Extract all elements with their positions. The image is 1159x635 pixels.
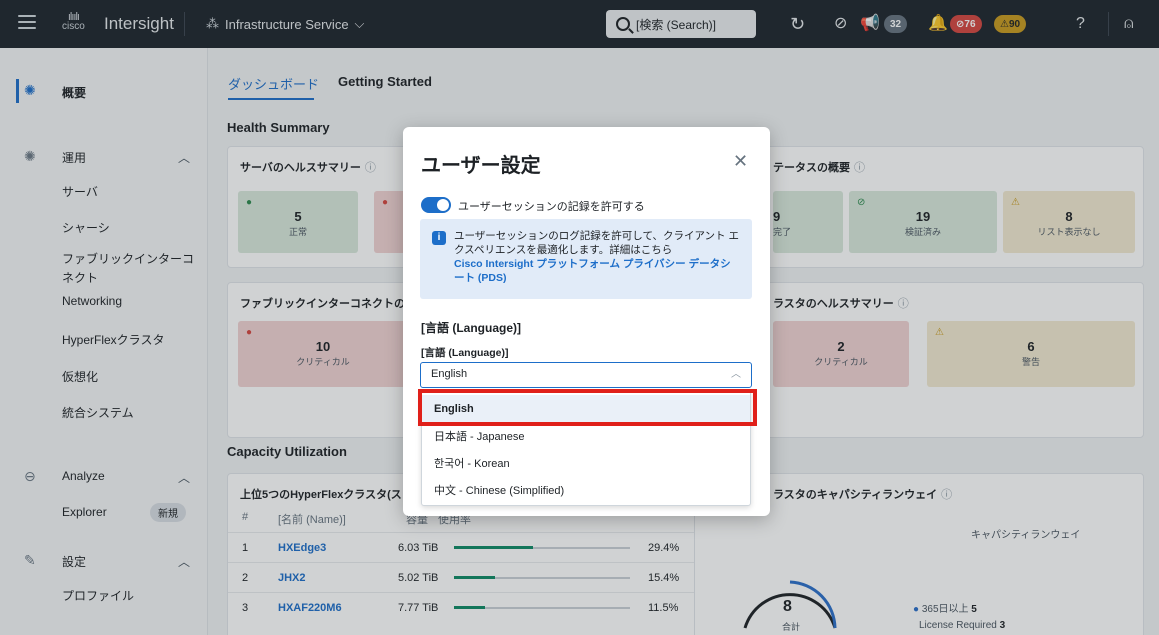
highlight-annotation	[418, 389, 757, 426]
close-icon[interactable]: ✕	[733, 151, 748, 172]
dialog-title: ユーザー設定	[421, 155, 541, 177]
session-recording-toggle[interactable]	[421, 197, 451, 213]
privacy-datasheet-link[interactable]: Cisco Intersight プラットフォーム プライバシー データシート …	[454, 257, 740, 285]
chevron-up-icon: ︿	[731, 369, 741, 380]
selected-value: English	[431, 368, 468, 380]
option-chinese[interactable]: 中文 - Chinese (Simplified)	[422, 477, 750, 505]
info-icon: i	[432, 231, 446, 245]
language-heading: [言語 (Language)]	[421, 321, 521, 335]
option-korean[interactable]: 한국어 - Korean	[422, 450, 750, 478]
info-text: ユーザーセッションのログ記録を許可して、クライアント エクスペリエンスを最適化し…	[454, 230, 739, 256]
language-select[interactable]: English ︿	[420, 362, 752, 388]
option-japanese[interactable]: 日本語 - Japanese	[422, 423, 750, 451]
language-field-label: [言語 (Language)]	[421, 347, 509, 359]
info-banner: i ユーザーセッションのログ記録を許可して、クライアント エクスペリエンスを最適…	[420, 219, 752, 299]
toggle-label: ユーザーセッションの記録を許可する	[458, 201, 645, 213]
